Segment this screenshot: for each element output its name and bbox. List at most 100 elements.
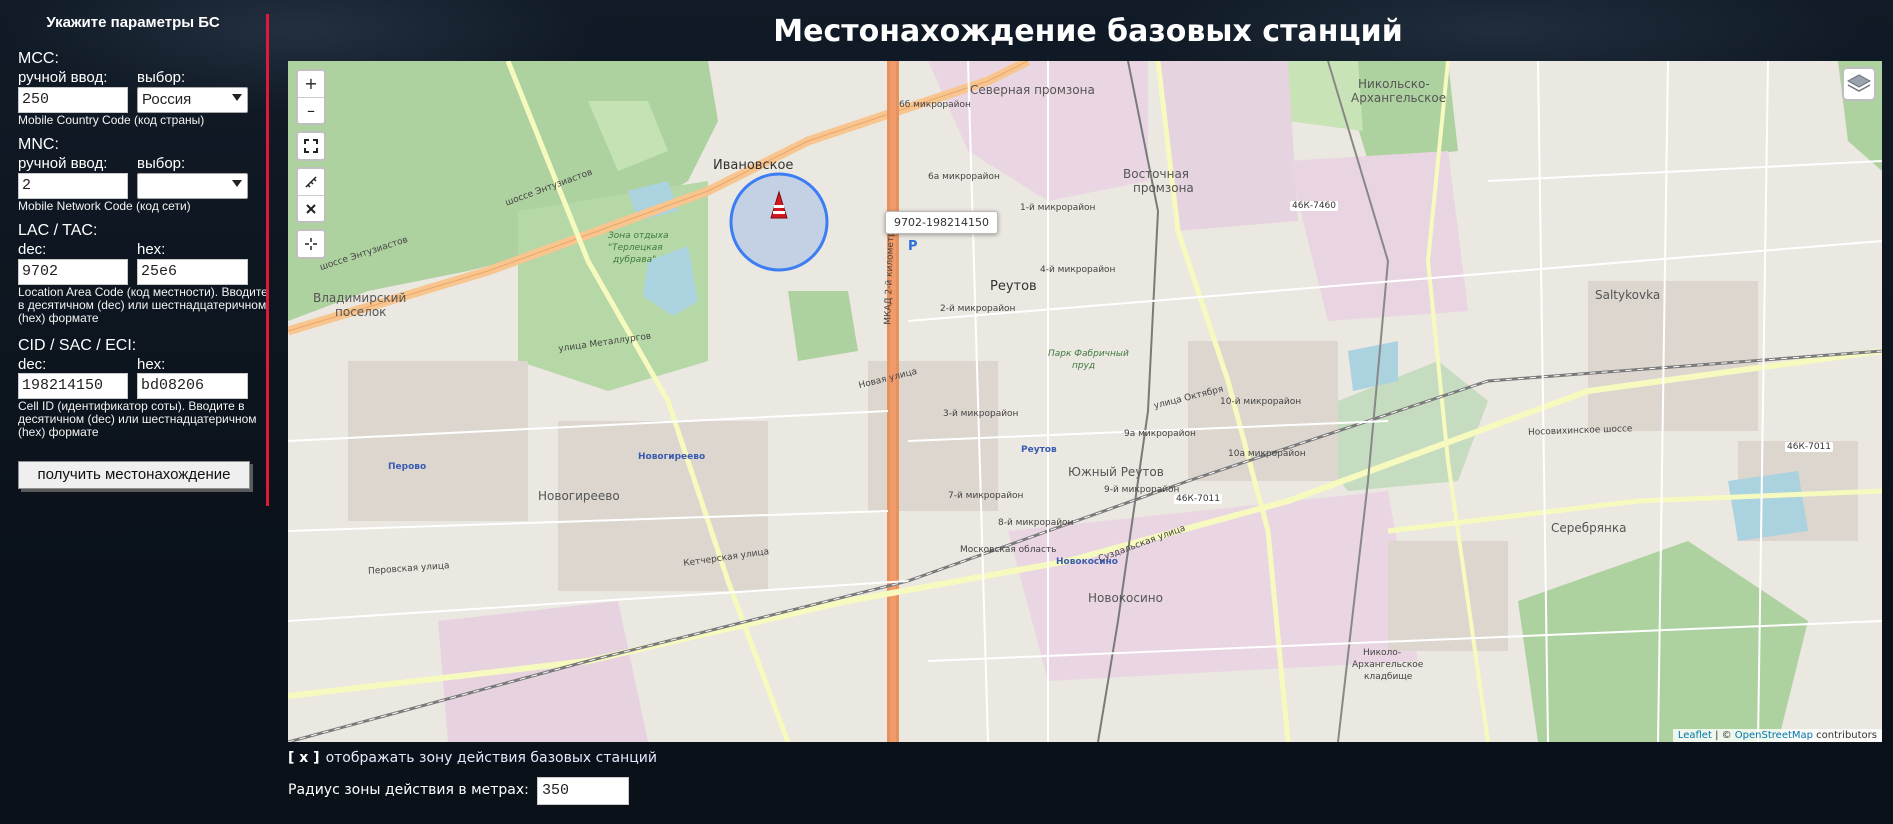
attribution-suffix: contributors — [1813, 730, 1877, 741]
measure-control — [296, 167, 326, 223]
map-label: Новокосино — [1088, 591, 1163, 605]
fullscreen-icon — [304, 139, 318, 153]
base-station-popup[interactable]: 9702-198214150 — [885, 211, 998, 234]
map-label: 6а микрорайон — [928, 172, 1000, 182]
map-label: 2-й микрорайон — [940, 304, 1016, 314]
close-icon — [306, 204, 316, 214]
mcc-select-label: выбор: — [137, 69, 186, 86]
locate-control — [296, 229, 326, 259]
lac-hint: Location Area Code (код местности). Ввод… — [18, 285, 268, 325]
map-attribution: Leaflet | © OpenStreetMap contributors — [1672, 729, 1882, 742]
mnc-manual-label: ручной ввод: — [18, 155, 108, 172]
map-label: Серебрянка — [1551, 521, 1627, 535]
lac-hex-label: hex: — [137, 241, 166, 258]
coverage-zone — [729, 172, 829, 272]
map-label: 9а микрорайон — [1124, 429, 1196, 439]
mnc-network-select[interactable] — [137, 173, 248, 199]
mcc-manual-label: ручной ввод: — [18, 69, 108, 86]
cid-hex-input[interactable]: bd08206 — [137, 373, 248, 399]
radius-input[interactable]: 350 — [537, 777, 629, 805]
coverage-zone-toggle[interactable]: [ x ] отображать зону действия базовых ст… — [288, 750, 657, 766]
attribution-separator: | © — [1711, 730, 1735, 741]
map-label: поселок — [335, 305, 387, 319]
map-label: 10а микрорайон — [1228, 449, 1306, 459]
map-label: 3-й микрорайон — [943, 409, 1019, 419]
cid-hint: Cell ID (идентификатор соты). Вводите в … — [18, 399, 257, 439]
map-road-label: 46К-7011 — [1785, 442, 1833, 452]
map-label: кладбище — [1364, 672, 1413, 682]
clear-button[interactable] — [298, 195, 324, 221]
lac-dec-label: dec: — [18, 241, 47, 258]
parking-icon: P — [908, 239, 918, 254]
mcc-country-select[interactable]: Россия — [137, 87, 248, 113]
page-title: Местонахождение базовых станций — [773, 14, 1403, 49]
layers-icon — [1846, 74, 1872, 92]
map-label: промзона — [1133, 181, 1194, 195]
sidebar-divider — [266, 14, 269, 506]
map-label: Никольско- — [1358, 77, 1430, 91]
map-tiles — [288, 61, 1882, 742]
coverage-zone-toggle-label: отображать зону действия базовых станций — [325, 750, 657, 766]
zoom-out-button[interactable]: – — [298, 97, 324, 123]
map-label: Saltykovka — [1595, 288, 1661, 302]
map-label: Южный Реутов — [1068, 465, 1164, 479]
cid-dec-label: dec: — [18, 356, 47, 373]
map-view[interactable]: Ивановское Реутов Владимирский поселок Н… — [288, 61, 1882, 742]
map-label: Московская область — [960, 545, 1057, 555]
zoom-in-button[interactable]: + — [298, 71, 324, 97]
map-label: 7-й микрорайон — [948, 491, 1024, 501]
map-label: Зона отдыха — [608, 231, 669, 241]
lac-dec-input[interactable]: 9702 — [18, 259, 128, 285]
map-station-label: Новогиреево — [638, 452, 706, 462]
mcc-country-select-value: Россия — [142, 91, 192, 108]
measure-button[interactable] — [298, 169, 324, 195]
zoom-control: + – — [296, 69, 326, 125]
map-label: Восточная — [1123, 167, 1190, 181]
cid-hex-label: hex: — [137, 356, 166, 373]
map-label: Архангельское — [1351, 91, 1447, 105]
mcc-label: MCC: — [18, 50, 59, 67]
map-station-label: Реутов — [1021, 445, 1057, 455]
map-label: 9-й микрорайон — [1104, 485, 1180, 495]
map-road-label: 46К-7460 — [1290, 201, 1338, 211]
map-label: Северная промзона — [970, 83, 1095, 97]
mnc-manual-input[interactable]: 2 — [18, 173, 128, 199]
map-road-label: 46К-7011 — [1174, 494, 1222, 504]
map-label: Владимирский — [313, 291, 407, 305]
mcc-manual-input[interactable]: 250 — [18, 87, 128, 113]
map-label: дубрава" — [613, 255, 657, 265]
get-location-button[interactable]: получить местонахождение — [18, 461, 250, 489]
map-label: 10-й микрорайон — [1220, 397, 1302, 407]
lac-label: LAC / TAC: — [18, 222, 98, 239]
map-label: Реутов — [990, 279, 1037, 294]
map-label: 8-й микрорайон — [998, 518, 1074, 528]
radius-label: Радиус зоны действия в метрах: — [288, 782, 529, 798]
map-label: Николо- — [1363, 648, 1402, 658]
locate-button[interactable] — [298, 231, 324, 257]
mnc-hint: Mobile Network Code (код сети) — [18, 199, 191, 213]
map-station-label: Перово — [388, 462, 427, 472]
layers-button[interactable] — [1842, 67, 1876, 101]
fullscreen-control — [296, 131, 326, 161]
map-label: 4-й микрорайон — [1040, 265, 1116, 275]
fullscreen-button[interactable] — [298, 133, 324, 159]
lac-hex-input[interactable]: 25e6 — [137, 259, 248, 285]
osm-link[interactable]: OpenStreetMap — [1735, 730, 1813, 741]
ruler-icon — [305, 176, 317, 188]
map-label: пруд — [1072, 361, 1096, 371]
crosshair-icon — [305, 238, 317, 250]
leaflet-link[interactable]: Leaflet — [1678, 730, 1712, 741]
sidebar-title: Укажите параметры БС — [46, 14, 220, 31]
chevron-down-icon — [232, 94, 242, 101]
cid-label: CID / SAC / ECI: — [18, 337, 137, 354]
mcc-hint: Mobile Country Code (код страны) — [18, 113, 205, 127]
bs-parameters-panel: Укажите параметры БС MCC: ручной ввод: в… — [0, 0, 268, 510]
mnc-select-label: выбор: — [137, 155, 186, 172]
map-label: Ивановское — [713, 158, 794, 173]
cid-dec-input[interactable]: 198214150 — [18, 373, 128, 399]
map-label: Архангельское — [1352, 660, 1424, 670]
map-label: Новогиреево — [538, 489, 620, 503]
checkbox-mark: [ x ] — [288, 750, 320, 766]
map-label: "Терлецкая — [608, 243, 663, 253]
map-label: Парк Фабричный — [1048, 349, 1129, 359]
